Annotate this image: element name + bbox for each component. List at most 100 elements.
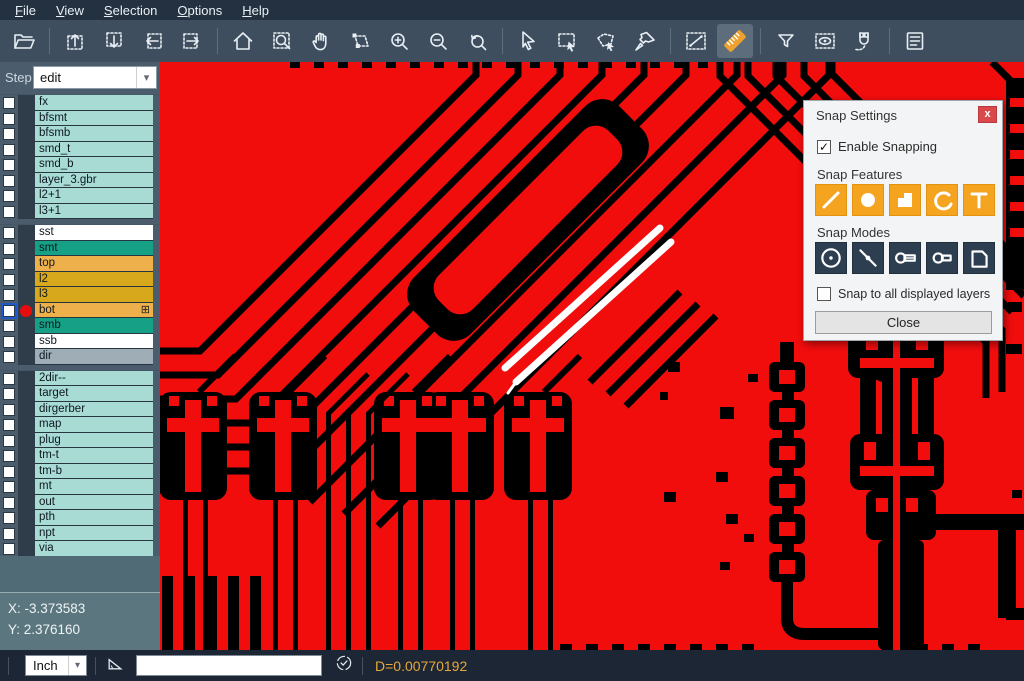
layer-name[interactable]: bfsmb — [35, 126, 153, 142]
layer-name[interactable]: smd_b — [35, 157, 153, 173]
layer-visibility-checkbox[interactable] — [3, 388, 15, 400]
snap-mode-center-button[interactable] — [815, 242, 847, 274]
snap-mode-pad-entry-line-button[interactable] — [889, 242, 921, 274]
layer-name[interactable]: pth — [35, 510, 153, 526]
snap-feature-line-button[interactable] — [815, 184, 847, 216]
zoom-in-button[interactable] — [381, 24, 417, 58]
layer-name[interactable]: smb — [35, 318, 153, 334]
layer-visibility-checkbox[interactable] — [3, 258, 15, 270]
menu-file[interactable]: File — [6, 2, 45, 19]
zoom-out-button[interactable] — [420, 24, 456, 58]
layer-row-layer_3.gbr[interactable]: layer_3.gbr — [0, 173, 160, 189]
layer-row-smt[interactable]: smt — [0, 241, 160, 257]
layer-name[interactable]: out — [35, 495, 153, 511]
layer-row-dir[interactable]: dir — [0, 349, 160, 365]
layer-visibility-checkbox[interactable] — [3, 404, 15, 416]
close-button[interactable]: Close — [815, 311, 992, 334]
layer-name[interactable]: dir — [35, 349, 153, 365]
menu-options[interactable]: Options — [168, 2, 231, 19]
pan-right-button[interactable] — [174, 24, 210, 58]
select-button[interactable] — [510, 24, 546, 58]
layer-name[interactable]: l3 — [35, 287, 153, 303]
layer-visibility-checkbox[interactable] — [3, 373, 15, 385]
layer-visibility-checkbox[interactable] — [3, 113, 15, 125]
layer-visibility-checkbox[interactable] — [3, 528, 15, 540]
layer-row-tm-t[interactable]: tm-t — [0, 448, 160, 464]
layer-row-plug[interactable]: plug — [0, 433, 160, 449]
layer-visibility-checkbox[interactable] — [3, 243, 15, 255]
layer-visibility-checkbox[interactable] — [3, 419, 15, 431]
layer-name[interactable]: fx — [35, 95, 153, 111]
pan-left-button[interactable] — [135, 24, 171, 58]
layer-visibility-checkbox[interactable] — [3, 274, 15, 286]
all-layers-checkbox[interactable] — [817, 287, 831, 301]
layer-visibility-checkbox[interactable] — [3, 512, 15, 524]
layer-visibility-checkbox[interactable] — [3, 190, 15, 202]
layer-visibility-checkbox[interactable] — [3, 97, 15, 109]
layer-row-smd_t[interactable]: smd_t — [0, 142, 160, 158]
layer-visibility-checkbox[interactable] — [3, 320, 15, 332]
layer-row-mt[interactable]: mt — [0, 479, 160, 495]
angle-measure-icon[interactable] — [104, 653, 126, 678]
layer-row-l2[interactable]: l2 — [0, 272, 160, 288]
layer-name[interactable]: map — [35, 417, 153, 433]
layer-visibility-checkbox[interactable] — [3, 336, 15, 348]
layer-name[interactable]: plug — [35, 433, 153, 449]
layer-name[interactable]: l3+1 — [35, 204, 153, 220]
apply-check-icon[interactable] — [334, 653, 354, 678]
layer-visibility-checkbox[interactable] — [3, 159, 15, 171]
paint-button[interactable] — [627, 24, 663, 58]
snap-feature-text-button[interactable] — [963, 184, 995, 216]
menu-selection[interactable]: Selection — [95, 2, 166, 19]
layer-visibility-checkbox[interactable] — [3, 128, 15, 140]
measure-button[interactable] — [678, 24, 714, 58]
layer-row-smd_b[interactable]: smd_b — [0, 157, 160, 173]
layer-row-target[interactable]: target — [0, 386, 160, 402]
layer-name[interactable]: sst — [35, 225, 153, 241]
layer-visibility-checkbox[interactable] — [3, 289, 15, 301]
layer-name[interactable]: mt — [35, 479, 153, 495]
layer-row-via[interactable]: via — [0, 541, 160, 557]
layer-row-sst[interactable]: sst — [0, 225, 160, 241]
layer-row-top[interactable]: top — [0, 256, 160, 272]
layer-row-dirgerber[interactable]: dirgerber — [0, 402, 160, 418]
layer-name[interactable]: l2 — [35, 272, 153, 288]
step-select[interactable]: edit ▾ — [33, 66, 157, 89]
layer-name[interactable]: bot⊞ — [35, 303, 153, 319]
layer-row-smb[interactable]: smb — [0, 318, 160, 334]
layer-row-fx[interactable]: fx — [0, 95, 160, 111]
layer-row-bot[interactable]: bot⊞ — [0, 303, 160, 319]
zoom-drag-button[interactable] — [342, 24, 378, 58]
all-layers-row[interactable]: Snap to all displayed layers — [817, 287, 990, 301]
layer-row-npt[interactable]: npt — [0, 526, 160, 542]
command-input[interactable] — [136, 655, 322, 676]
layer-row-out[interactable]: out — [0, 495, 160, 511]
layer-visibility-checkbox[interactable] — [3, 351, 15, 363]
layer-visibility-checkbox[interactable] — [3, 206, 15, 218]
layer-row-l3[interactable]: l3 — [0, 287, 160, 303]
menu-view[interactable]: View — [47, 2, 93, 19]
menu-help[interactable]: Help — [233, 2, 278, 19]
report-button[interactable] — [897, 24, 933, 58]
snap-mode-contour-button[interactable] — [963, 242, 995, 274]
pan-up-button[interactable] — [57, 24, 93, 58]
layer-row-pth[interactable]: pth — [0, 510, 160, 526]
pan-hand-button[interactable] — [303, 24, 339, 58]
layer-visibility-checkbox[interactable] — [3, 305, 15, 317]
layer-name[interactable]: l2+1 — [35, 188, 153, 204]
layer-visibility-checkbox[interactable] — [3, 543, 15, 555]
filter-button[interactable] — [768, 24, 804, 58]
layer-visibility-checkbox[interactable] — [3, 450, 15, 462]
layer-name[interactable]: ssb — [35, 334, 153, 350]
open-button[interactable] — [6, 24, 42, 58]
home-view-button[interactable] — [225, 24, 261, 58]
select-polygon-button[interactable] — [588, 24, 624, 58]
layer-row-2dir--[interactable]: 2dir-- — [0, 371, 160, 387]
layer-visibility-checkbox[interactable] — [3, 435, 15, 447]
enable-snapping-checkbox[interactable]: ✓ — [817, 140, 831, 154]
layer-name[interactable]: via — [35, 541, 153, 557]
layer-name[interactable]: dirgerber — [35, 402, 153, 418]
layer-name[interactable]: tm-b — [35, 464, 153, 480]
view-options-button[interactable] — [807, 24, 843, 58]
layer-name[interactable]: target — [35, 386, 153, 402]
